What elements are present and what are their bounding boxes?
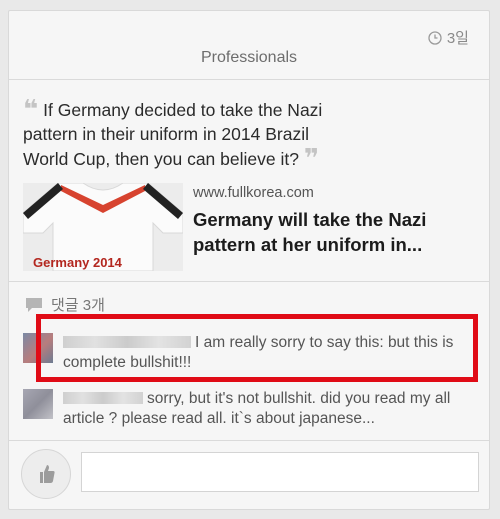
commenter-name-redacted[interactable] <box>63 392 143 404</box>
comment-count-label: 댓글 3개 <box>51 297 105 314</box>
link-title[interactable]: Germany will take the Nazi pattern at he… <box>193 207 443 257</box>
clock-icon <box>428 30 442 45</box>
post-card: 3일 Professionals ❝ If Germany decided to… <box>8 10 490 510</box>
speech-bubble-icon <box>26 297 42 312</box>
post-timestamp: 3일 <box>428 27 469 48</box>
comment-item: sorry, but it's not bullshit. did you re… <box>23 389 463 429</box>
post-quote: ❝ If Germany decided to take the Nazi pa… <box>23 94 323 173</box>
quote-text: If Germany decided to take the Nazi patt… <box>23 100 323 169</box>
link-thumbnail[interactable]: Germany 2014 <box>23 183 183 271</box>
header-divider <box>9 79 489 80</box>
thumbnail-caption: Germany 2014 <box>33 255 123 270</box>
group-title[interactable]: Professionals <box>9 49 489 67</box>
avatar[interactable] <box>23 389 53 419</box>
timestamp-label: 3일 <box>446 30 469 47</box>
close-quote-icon: ❞ <box>303 143 320 173</box>
comment-input[interactable] <box>81 452 479 492</box>
highlight-annotation <box>36 314 478 382</box>
comment-count[interactable]: 댓글 3개 <box>25 294 105 315</box>
link-domain[interactable]: www.fullkorea.com <box>193 185 314 201</box>
thumbs-up-icon <box>40 465 55 483</box>
post-footer <box>9 439 489 509</box>
link-divider <box>9 281 489 282</box>
jersey-image: Germany 2014 <box>23 183 183 271</box>
open-quote-icon: ❝ <box>23 94 39 124</box>
like-button[interactable] <box>21 449 71 499</box>
